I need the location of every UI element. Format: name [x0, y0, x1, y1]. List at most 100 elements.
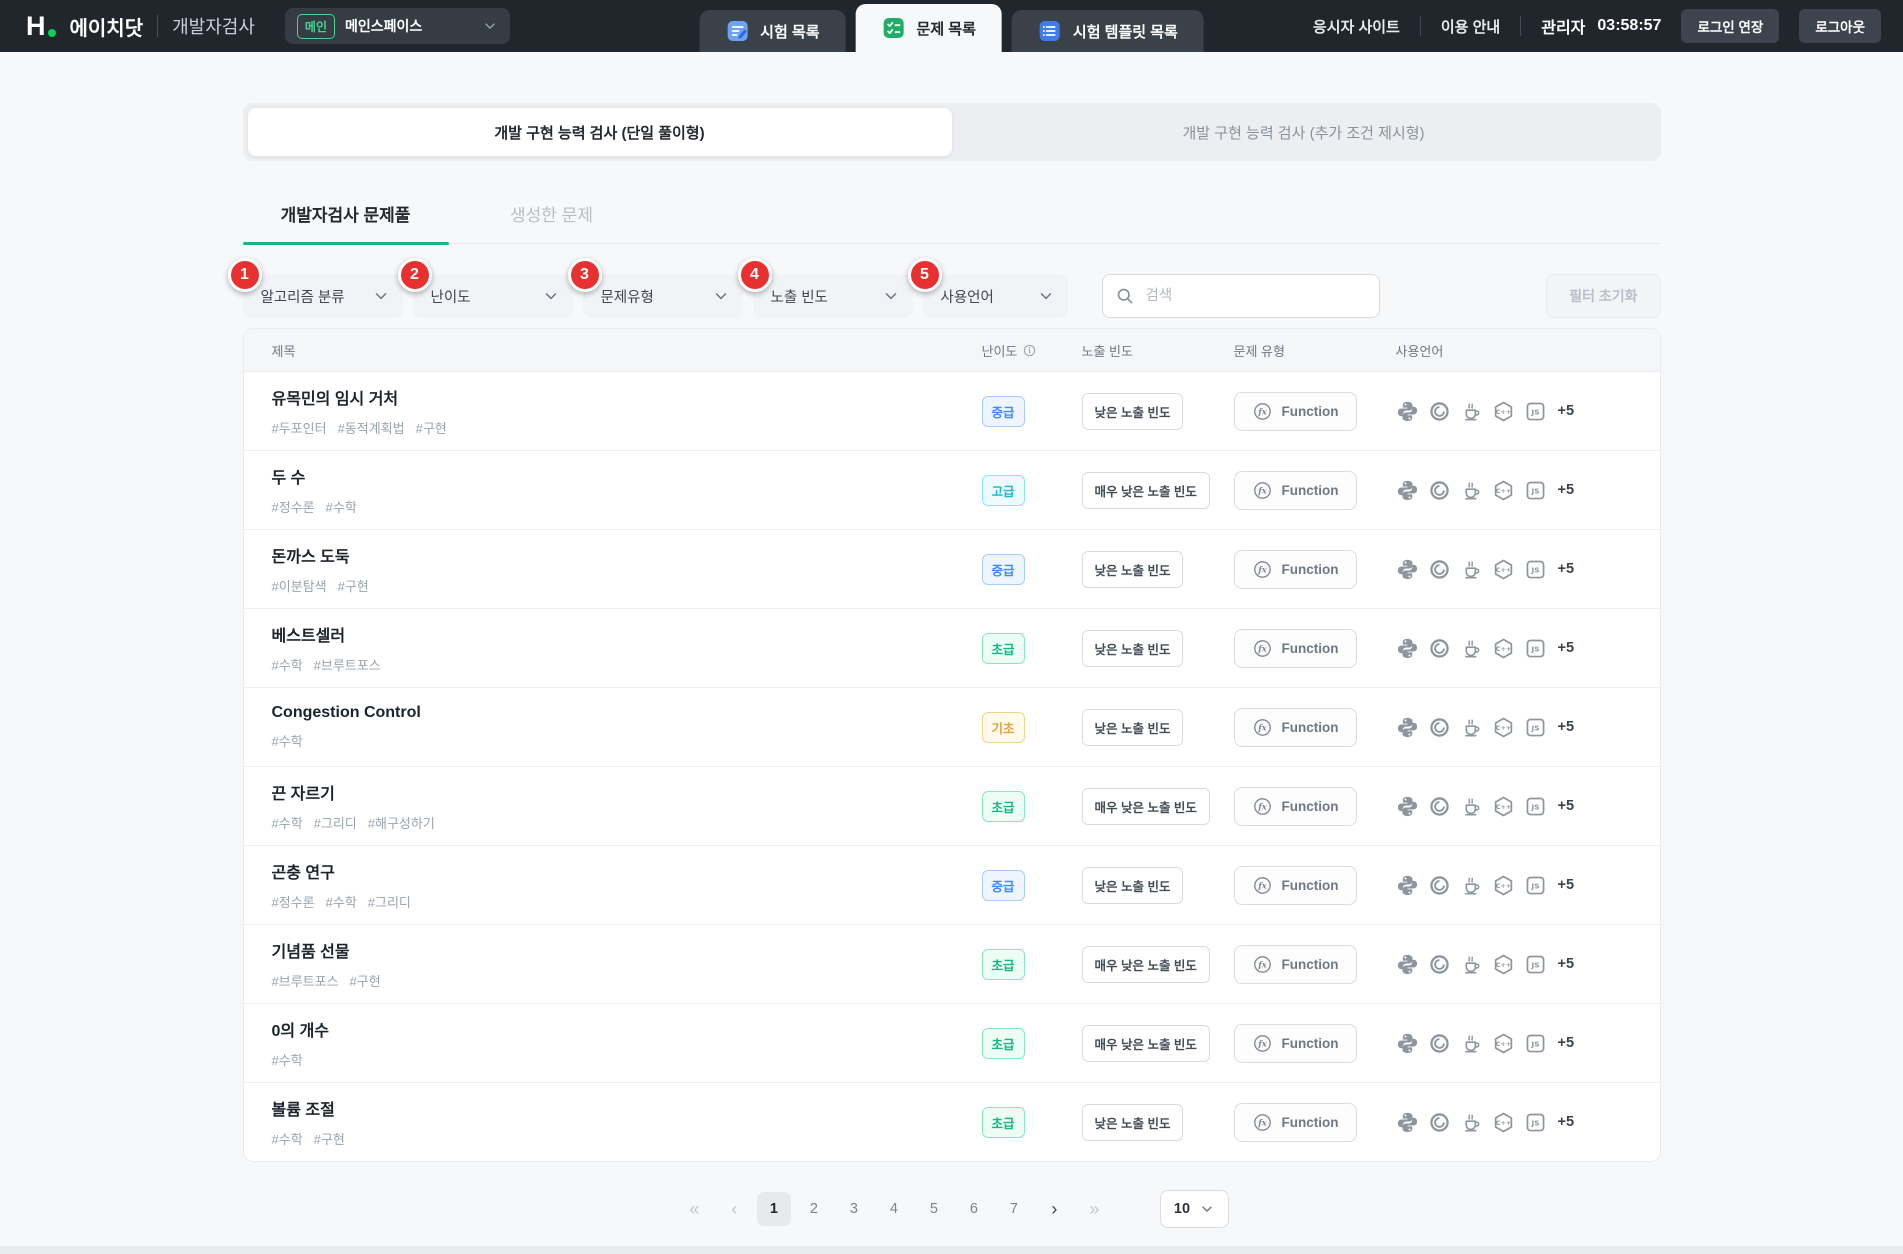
python-icon: [1396, 716, 1419, 739]
filter-algorithm[interactable]: 1 알고리즘 분류: [227, 258, 403, 318]
problem-title[interactable]: Congestion Control: [272, 704, 982, 722]
problem-title[interactable]: 0의 개수: [272, 1017, 982, 1041]
navbar-left: H 에이치닷 개발자검사 메인 메인스페이스: [0, 8, 510, 44]
table-row[interactable]: 베스트셀러 #수학 #브루트포스 초급 낮은 노출 빈도 Function +5: [243, 608, 1660, 687]
problem-title[interactable]: 기념품 선물: [272, 938, 982, 962]
difficulty-badge: 중급: [981, 395, 1025, 427]
problem-title[interactable]: 곤충 연구: [272, 859, 982, 883]
page-button[interactable]: 4: [877, 1192, 911, 1226]
segment-single-solution[interactable]: 개발 구현 능력 검사 (단일 풀이형): [247, 108, 952, 156]
extend-login-button[interactable]: 로그인 연장: [1681, 9, 1780, 43]
workspace-badge: 메인: [296, 13, 336, 39]
problem-title[interactable]: 끈 자르기: [272, 780, 982, 804]
problem-title[interactable]: 돈까스 도둑: [272, 543, 982, 567]
tab-developer-problem-pool[interactable]: 개발자검사 문제풀: [242, 201, 449, 245]
js-icon: [1524, 953, 1547, 976]
problem-type-button[interactable]: Function: [1233, 470, 1357, 510]
table-row[interactable]: Congestion Control #수학 기초 낮은 노출 빈도 Funct…: [243, 687, 1660, 766]
search-input[interactable]: [1143, 287, 1367, 305]
problem-cell: 끈 자르기 #수학 #그리디 #해구성하기: [244, 780, 982, 832]
table-row[interactable]: 두 수 #정수론 #수학 고급 매우 낮은 노출 빈도 Function +5: [243, 450, 1660, 529]
prev-page-button[interactable]: ‹: [717, 1192, 751, 1226]
page-size-selector[interactable]: 10: [1159, 1190, 1230, 1228]
problem-type-button[interactable]: Function: [1233, 549, 1357, 589]
candidate-site-link[interactable]: 응시자 사이트: [1313, 16, 1400, 37]
java-icon: [1460, 716, 1483, 739]
problem-tag: #수학: [271, 816, 303, 831]
exposure-cell: 매우 낮은 노출 빈도: [1081, 945, 1234, 983]
problem-title[interactable]: 볼륨 조절: [272, 1096, 982, 1120]
difficulty-info-icon[interactable]: [1022, 343, 1037, 358]
type-cell: Function: [1233, 786, 1396, 826]
problem-tags: #브루트포스 #구현: [272, 971, 982, 990]
tab-template-list[interactable]: 시험 템플릿 목록: [1011, 10, 1204, 52]
workspace-selector[interactable]: 메인 메인스페이스: [284, 8, 510, 44]
next-page-button[interactable]: ›: [1037, 1192, 1071, 1226]
hdot-logo[interactable]: H: [26, 12, 56, 40]
navbar-right: 응시자 사이트 이용 안내 관리자 03:58:57 로그인 연장 로그아웃: [1313, 9, 1903, 43]
step-number-badge: 5: [907, 258, 942, 292]
problem-type-button[interactable]: Function: [1233, 628, 1357, 668]
problem-title[interactable]: 베스트셀러: [272, 622, 982, 646]
problem-tags: #수학: [272, 731, 982, 750]
filter-language[interactable]: 5 사용언어: [907, 258, 1068, 318]
filter-reset-button[interactable]: 필터 초기화: [1546, 274, 1661, 318]
problem-type-label: Function: [1281, 798, 1339, 814]
user-role: 관리자: [1541, 20, 1586, 37]
filter-problem-type[interactable]: 3 문제유형: [567, 258, 743, 318]
exposure-cell: 낮은 노출 빈도: [1081, 708, 1234, 746]
fx-icon: [1252, 796, 1273, 817]
more-languages-count: +5: [1557, 877, 1575, 893]
nav-tabs: 시험 목록 문제 목록 시험 템플릿 목록: [699, 4, 1204, 52]
js-icon: [1524, 716, 1547, 739]
chevron-down-icon: [542, 287, 560, 305]
page-button[interactable]: 7: [997, 1192, 1031, 1226]
problem-type-button[interactable]: Function: [1233, 865, 1357, 905]
more-languages-count: +5: [1557, 719, 1575, 735]
usage-guide-link[interactable]: 이용 안내: [1441, 16, 1500, 37]
problem-type-button[interactable]: Function: [1233, 391, 1357, 431]
problem-type-button[interactable]: Function: [1233, 1102, 1357, 1142]
table-row[interactable]: 돈까스 도둑 #이분탐색 #구현 중급 낮은 노출 빈도 Function +5: [243, 529, 1660, 608]
logout-button[interactable]: 로그아웃: [1799, 9, 1881, 43]
first-page-button[interactable]: «: [677, 1192, 711, 1226]
chevron-down-icon: [1199, 1201, 1215, 1217]
table-row[interactable]: 볼륨 조절 #수학 #구현 초급 낮은 노출 빈도 Function +5: [243, 1082, 1660, 1161]
problem-tags: #수학: [272, 1050, 982, 1069]
page-button[interactable]: 2: [797, 1192, 831, 1226]
tab-problem-list[interactable]: 문제 목록: [855, 4, 1002, 52]
problem-tag: #이분탐색: [271, 579, 327, 594]
js-icon: [1524, 1111, 1547, 1134]
page-button[interactable]: 5: [917, 1192, 951, 1226]
segment-extra-condition[interactable]: 개발 구현 능력 검사 (추가 조건 제시형): [952, 108, 1656, 156]
cpp-icon: [1492, 953, 1515, 976]
filter-exposure[interactable]: 4 노출 빈도: [737, 258, 913, 318]
exposure-badge: 낮은 노출 빈도: [1081, 708, 1184, 746]
search-box[interactable]: [1101, 274, 1380, 318]
problem-type-button[interactable]: Function: [1233, 786, 1357, 826]
table-row[interactable]: 끈 자르기 #수학 #그리디 #해구성하기 초급 매우 낮은 노출 빈도 Funct…: [243, 766, 1660, 845]
exposure-badge: 낮은 노출 빈도: [1081, 866, 1184, 904]
problem-title[interactable]: 두 수: [272, 464, 982, 488]
filter-difficulty[interactable]: 2 난이도: [397, 258, 573, 318]
tab-created-problems[interactable]: 생성한 문제: [449, 201, 655, 243]
tab-exam-list[interactable]: 시험 목록: [699, 10, 846, 52]
java-icon: [1460, 795, 1483, 818]
js-icon: [1524, 637, 1547, 660]
page-button[interactable]: 3: [837, 1192, 871, 1226]
problem-type-button[interactable]: Function: [1233, 707, 1357, 747]
last-page-button[interactable]: »: [1077, 1192, 1111, 1226]
problem-type-button[interactable]: Function: [1233, 1023, 1357, 1063]
languages-cell: +5: [1396, 795, 1660, 818]
exposure-badge: 매우 낮은 노출 빈도: [1081, 471, 1210, 509]
python-icon: [1396, 1111, 1419, 1134]
page-button[interactable]: 6: [957, 1192, 991, 1226]
table-row[interactable]: 유목민의 임시 거처 #두포인터 #동적계획법 #구현 중급 낮은 노출 빈도 Fu…: [243, 371, 1660, 450]
page-button[interactable]: 1: [756, 1192, 791, 1226]
table-row[interactable]: 곤충 연구 #정수론 #수학 #그리디 중급 낮은 노출 빈도 Function +…: [243, 845, 1660, 924]
table-row[interactable]: 기념품 선물 #브루트포스 #구현 초급 매우 낮은 노출 빈도 Function…: [243, 924, 1660, 1003]
js-icon: [1524, 479, 1547, 502]
table-row[interactable]: 0의 개수 #수학 초급 매우 낮은 노출 빈도 Function +5: [243, 1003, 1660, 1082]
problem-type-button[interactable]: Function: [1233, 944, 1357, 984]
problem-title[interactable]: 유목민의 임시 거처: [272, 385, 982, 409]
